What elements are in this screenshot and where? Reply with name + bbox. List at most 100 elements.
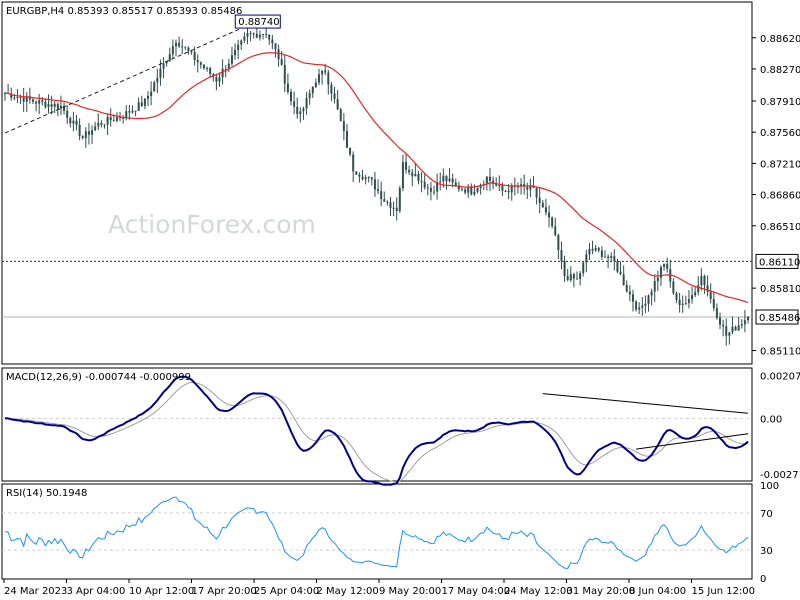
candle-body [314, 82, 317, 88]
candle-body [221, 68, 224, 78]
candle-body [603, 256, 606, 258]
candle-body [635, 301, 638, 310]
candle-body [286, 83, 289, 92]
candle-body [305, 98, 308, 109]
candle-body [240, 40, 243, 45]
candle-body [128, 111, 131, 113]
candle-body [115, 117, 118, 121]
rsi-layer [2, 496, 752, 570]
rsi-panel-header: RSI(14) 50.1948 [6, 488, 87, 499]
candle-body [594, 248, 597, 251]
candle-body [728, 332, 731, 336]
candle-body [13, 97, 16, 99]
candle-body [190, 51, 193, 53]
candle-body [361, 176, 364, 180]
candle-body [199, 62, 202, 65]
candle-body [719, 317, 722, 325]
rsi-line [4, 496, 749, 570]
time-tick-label: 31 May 20:00 [567, 586, 636, 597]
candle-body [56, 103, 59, 109]
candle-body [666, 263, 669, 270]
candle-body [625, 285, 628, 292]
candle-body [87, 131, 90, 135]
candle-body [100, 122, 103, 125]
candle-body [445, 175, 448, 182]
candle-body [125, 111, 128, 119]
rsi-panel-frame [1, 483, 753, 580]
candle-body [47, 104, 50, 107]
candle-body [722, 324, 725, 327]
candle-body [588, 248, 591, 255]
candle-body [628, 291, 631, 295]
candle-body [184, 46, 187, 48]
candle-body [50, 104, 53, 107]
candle-body [678, 299, 681, 305]
candle-body [541, 202, 544, 208]
candle-body [535, 187, 538, 198]
candle-body [243, 36, 246, 41]
rsi-tick-label: 100 [760, 481, 779, 492]
candle-body [352, 154, 355, 172]
price-panel-header: EURGBP,H4 0.85393 0.85517 0.85393 0.8548… [6, 6, 242, 17]
candle-body [442, 175, 445, 182]
candle-body [464, 189, 467, 193]
candle-body [252, 33, 255, 35]
candle-body [196, 60, 199, 63]
candle-body [317, 74, 320, 83]
candle-body [342, 121, 345, 132]
candle-body [548, 212, 551, 218]
candle-body [582, 262, 585, 274]
candle-body [311, 87, 314, 94]
macd-signal-line [5, 381, 749, 483]
rsi-tick-label: 70 [760, 509, 773, 520]
candle-body [700, 275, 703, 286]
candle-body [476, 188, 479, 192]
time-tick-label: 8 Jun 04:00 [629, 586, 686, 597]
candle-body [650, 291, 653, 296]
price-tick-label: 0.88620 [760, 34, 800, 45]
macd-tick-label: 0.002074 [760, 372, 800, 383]
time-tick-label: 9 May 20:00 [379, 586, 441, 597]
candle-body [268, 34, 271, 40]
candle-body [150, 91, 153, 96]
candle-body [703, 275, 706, 286]
macd-upper-trendline [542, 393, 749, 414]
candle-body [59, 105, 62, 109]
candle-body [622, 274, 625, 286]
candle-body [579, 273, 582, 279]
candle-body [280, 59, 283, 65]
candle-body [631, 294, 634, 302]
candle-body [171, 46, 174, 55]
candle-body [41, 100, 44, 102]
candle-body [616, 261, 619, 272]
candle-body [355, 171, 358, 175]
price-tick-label: 0.87210 [760, 159, 800, 170]
candle-body [330, 84, 333, 94]
candle-body [358, 174, 361, 177]
level-price-tag: 0.86110 [759, 257, 800, 268]
candle-body [433, 191, 436, 193]
candle-body [321, 70, 324, 75]
candle-body [672, 281, 675, 294]
candle-body [712, 298, 715, 309]
time-tick-label: 15 Jun 12:00 [692, 586, 756, 597]
candle-body [706, 285, 709, 293]
candle-body [389, 202, 392, 208]
candle-body [91, 130, 94, 135]
price-tick-label: 0.87560 [760, 128, 800, 139]
candle-body [69, 117, 72, 124]
price-tick-label: 0.86510 [760, 222, 800, 233]
candle-body [302, 108, 305, 112]
candle-body [209, 68, 212, 75]
candle-body [414, 173, 417, 177]
candle-body [174, 42, 177, 47]
candle-body [367, 177, 370, 179]
candle-body [290, 91, 293, 102]
time-tick-label: 24 May 12:00 [504, 586, 573, 597]
time-tick-label: 3 Apr 04:00 [67, 586, 126, 597]
candle-body [585, 254, 588, 263]
moving-average-line [4, 52, 749, 304]
candle-body [78, 124, 81, 137]
candle-body [405, 161, 408, 170]
candle-body [324, 70, 327, 73]
